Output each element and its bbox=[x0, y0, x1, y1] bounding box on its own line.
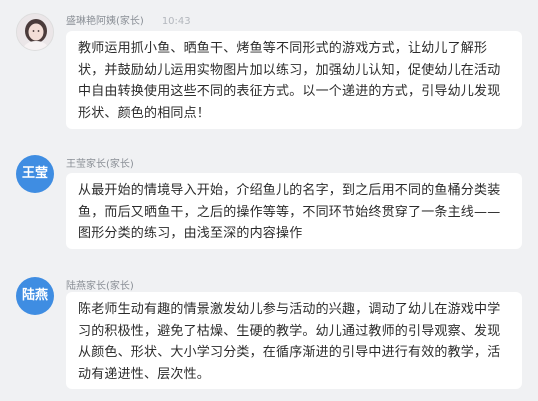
avatar[interactable]: 王莹 bbox=[16, 155, 54, 193]
sender-name: 盛琳艳阿姨(家长) bbox=[66, 16, 144, 27]
sender-name: 陆燕家长(家长) bbox=[66, 281, 134, 292]
message-meta: 盛琳艳阿姨(家长) 10:43 bbox=[66, 12, 191, 27]
avatar[interactable] bbox=[16, 13, 54, 51]
message-bubble: 陈老师生动有趣的情景激发幼儿参与活动的兴趣，调动了幼儿在游戏中学习的积极性，避免… bbox=[66, 292, 522, 389]
message-bubble: 教师运用抓小鱼、晒鱼干、烤鱼等不同形式的游戏方式，让幼儿了解形状，并鼓励幼儿运用… bbox=[66, 31, 522, 129]
avatar[interactable]: 陆燕 bbox=[16, 277, 54, 315]
avatar-photo-icon bbox=[17, 14, 53, 50]
message-meta: 陆燕家长(家长) bbox=[66, 277, 134, 292]
timestamp: 10:43 bbox=[161, 16, 191, 27]
message-meta: 王莹家长(家长) bbox=[66, 155, 134, 170]
message-bubble: 从最开始的情境导入开始，介绍鱼儿的名字，到之后用不同的鱼桶分类装鱼，而后又晒鱼干… bbox=[66, 173, 522, 249]
sender-name: 王莹家长(家长) bbox=[66, 159, 134, 170]
